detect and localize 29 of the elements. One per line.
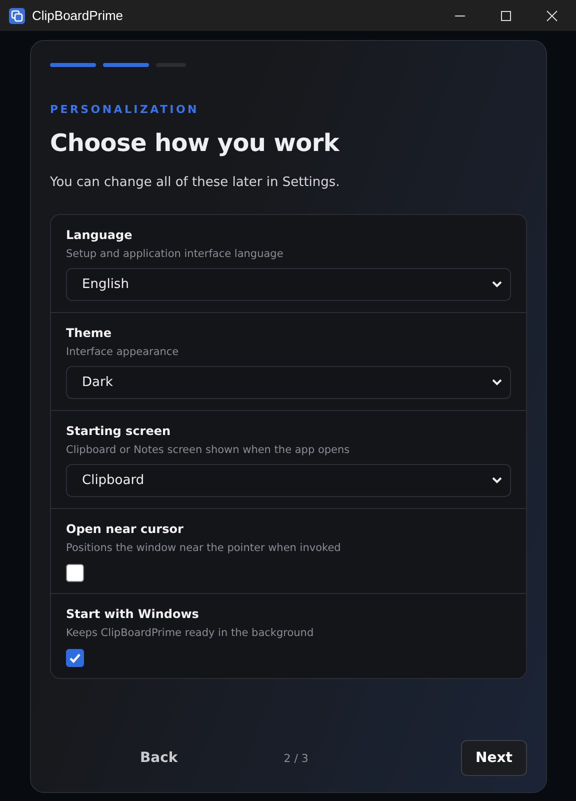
dropdown-field[interactable]: Clipboard: [66, 464, 511, 497]
checkmark-icon: [68, 651, 82, 665]
setting-description: Keeps ClipBoardPrime ready in the background: [66, 627, 315, 639]
subtitle: You can change all of these later in Settings.: [50, 175, 341, 190]
close-icon[interactable]: [546, 10, 558, 22]
setting-label: Language: [66, 228, 134, 242]
next-button[interactable]: Next: [461, 740, 527, 776]
window-title: ClipBoardPrime: [32, 8, 124, 23]
chevron-down-icon: [492, 477, 502, 484]
chevron-down-icon: [492, 379, 502, 386]
setting-description: Interface appearance: [66, 346, 180, 358]
setting-description: Clipboard or Notes screen shown when the app opens: [66, 444, 351, 456]
setting-label: Start with Windows: [66, 607, 200, 621]
page-heading: Choose how you work: [50, 129, 341, 157]
maximize-icon[interactable]: [500, 10, 512, 22]
step-counter: 2 / 3: [284, 752, 308, 764]
checkbox[interactable]: [66, 649, 84, 667]
setting-label: Starting screen: [66, 424, 172, 438]
setting-label: Open near cursor: [66, 522, 184, 536]
app-logo-icon: [9, 8, 25, 24]
chevron-down-icon: [492, 281, 502, 288]
back-button[interactable]: Back: [128, 744, 190, 772]
dropdown-field[interactable]: Dark: [66, 366, 511, 399]
section-label: PERSONALIZATION: [50, 103, 200, 116]
dropdown-field[interactable]: English: [66, 268, 511, 301]
setting-description: Setup and application interface language: [66, 248, 284, 260]
setting-description: Positions the window near the pointer when invoked: [66, 542, 342, 554]
setting-label: Theme: [66, 326, 113, 340]
checkbox[interactable]: [66, 564, 84, 582]
